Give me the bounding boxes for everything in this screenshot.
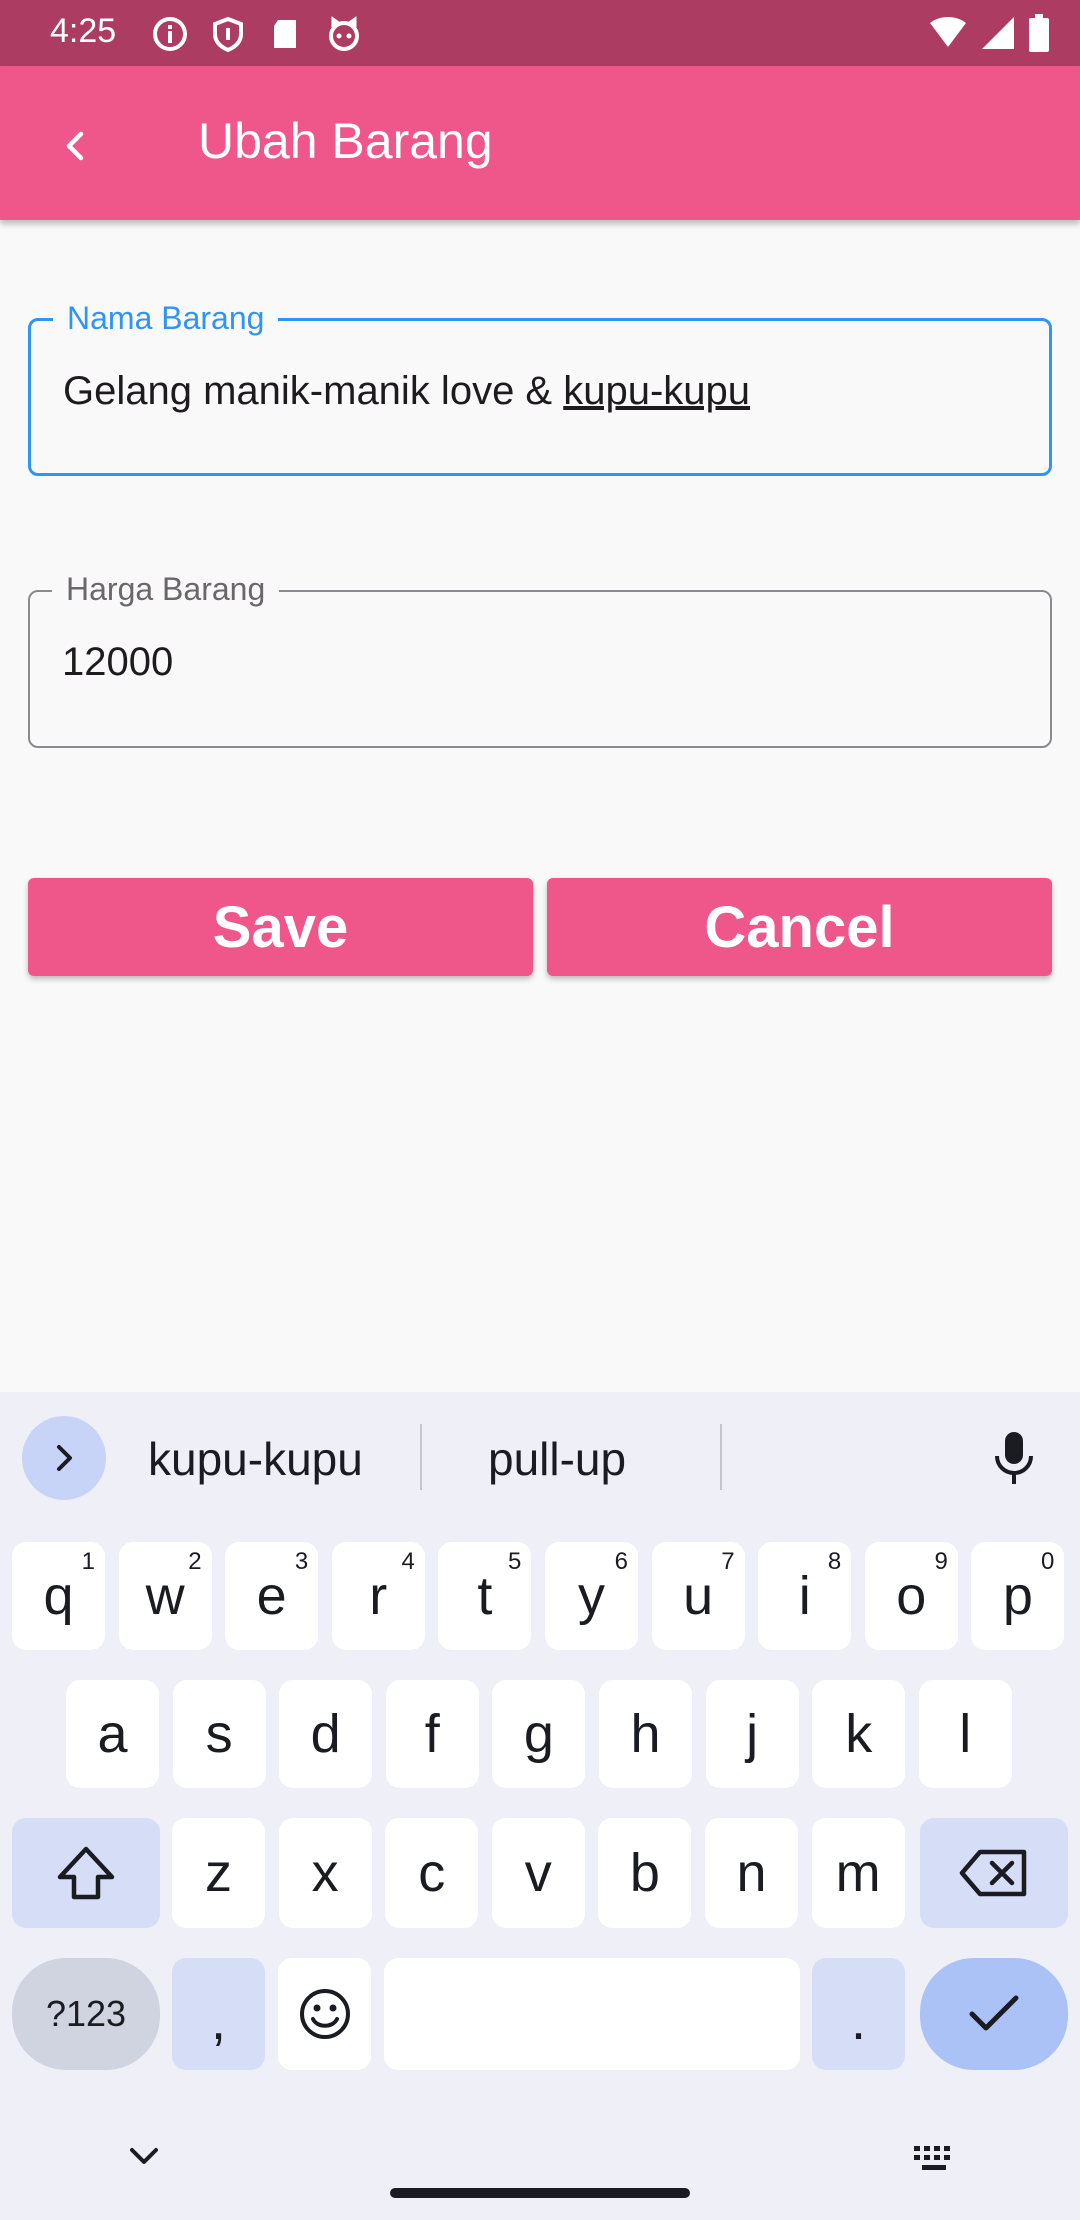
comma-key[interactable]: , bbox=[172, 1958, 265, 2070]
key-n[interactable]: n bbox=[705, 1818, 798, 1928]
chevron-right-icon bbox=[57, 1445, 72, 1471]
key-b[interactable]: b bbox=[598, 1818, 692, 1928]
item-name-label: Nama Barang bbox=[53, 299, 279, 337]
app-bar: Ubah Barang bbox=[0, 66, 1080, 220]
composing-word: kupu-kupu bbox=[563, 369, 751, 413]
battery-icon bbox=[1029, 14, 1049, 52]
symbols-key[interactable]: ?123 bbox=[12, 1958, 160, 2070]
item-price-value: 12000 bbox=[62, 640, 174, 684]
item-name-field[interactable]: Nama Barang Gelang manik-manik love & ku… bbox=[28, 299, 1052, 476]
emoji-key[interactable] bbox=[278, 1958, 371, 2070]
mic-icon bbox=[995, 1432, 1033, 1484]
key-hint: 9 bbox=[934, 1548, 948, 1575]
item-price-field[interactable]: Harga Barang 12000 bbox=[28, 570, 1052, 748]
key-u[interactable]: u7 bbox=[651, 1542, 745, 1650]
key-hint: 2 bbox=[188, 1548, 202, 1575]
key-label: t bbox=[477, 1566, 493, 1626]
suggestion-divider bbox=[720, 1424, 722, 1490]
key-s[interactable]: s bbox=[172, 1680, 266, 1788]
checkmark-icon bbox=[969, 1995, 1019, 2031]
key-z[interactable]: z bbox=[172, 1818, 265, 1928]
item-price-label: Harga Barang bbox=[52, 570, 280, 608]
key-f[interactable]: f bbox=[385, 1680, 479, 1788]
key-q[interactable]: q1 bbox=[12, 1542, 105, 1650]
key-i[interactable]: i8 bbox=[758, 1542, 852, 1650]
key-label: r bbox=[369, 1566, 388, 1626]
key-label: o bbox=[896, 1566, 927, 1626]
notification-icons bbox=[150, 14, 364, 54]
done-key[interactable] bbox=[920, 1958, 1068, 2070]
key-label: w bbox=[145, 1566, 185, 1626]
key-w[interactable]: w2 bbox=[118, 1542, 212, 1650]
key-h[interactable]: h bbox=[599, 1680, 692, 1788]
nav-bar bbox=[0, 2112, 1080, 2220]
status-time: 4:25 bbox=[50, 12, 117, 50]
sd-card-icon bbox=[274, 20, 296, 48]
key-hint: 8 bbox=[827, 1548, 842, 1575]
space-key[interactable] bbox=[384, 1958, 800, 2070]
soft-keyboard: kupu-kupu pull-up ?123 , . q1w2e3r4t5y6u… bbox=[0, 1392, 1080, 2220]
key-a[interactable]: a bbox=[66, 1680, 159, 1788]
status-bar: 4:25 bbox=[0, 0, 1080, 66]
shift-icon bbox=[57, 1846, 115, 1900]
home-indicator[interactable] bbox=[390, 2188, 690, 2198]
key-hint: 6 bbox=[614, 1548, 628, 1575]
key-label: i bbox=[798, 1566, 811, 1626]
key-x[interactable]: x bbox=[278, 1818, 372, 1928]
key-hint: 4 bbox=[401, 1548, 415, 1575]
key-k[interactable]: k bbox=[812, 1680, 906, 1788]
key-label: y bbox=[578, 1566, 605, 1626]
key-label: u bbox=[683, 1566, 714, 1626]
key-o[interactable]: o9 bbox=[864, 1542, 958, 1650]
key-l[interactable]: l bbox=[918, 1680, 1012, 1788]
key-label: q bbox=[43, 1566, 74, 1626]
key-label: p bbox=[1002, 1566, 1033, 1626]
suggestion-1[interactable]: kupu-kupu bbox=[148, 1432, 363, 1486]
system-icons bbox=[928, 14, 1050, 52]
key-r[interactable]: r4 bbox=[331, 1542, 425, 1650]
backspace-icon bbox=[959, 1849, 1027, 1897]
key-p[interactable]: p0 bbox=[971, 1542, 1065, 1650]
key-y[interactable]: y6 bbox=[545, 1542, 638, 1650]
keyboard-icon bbox=[914, 2146, 950, 2170]
save-button[interactable]: Save bbox=[28, 878, 533, 976]
key-hint: 3 bbox=[294, 1548, 309, 1575]
item-name-text: Gelang manik-manik love & bbox=[63, 369, 564, 413]
key-d[interactable]: d bbox=[279, 1680, 373, 1788]
key-e[interactable]: e3 bbox=[225, 1542, 319, 1650]
cancel-button[interactable]: Cancel bbox=[547, 878, 1052, 976]
keyboard-switch-button[interactable] bbox=[912, 2142, 958, 2181]
back-chevron-icon bbox=[66, 131, 84, 161]
key-hint: 1 bbox=[81, 1548, 95, 1575]
back-button[interactable] bbox=[36, 106, 116, 186]
key-j[interactable]: j bbox=[705, 1680, 799, 1788]
hide-keyboard-button[interactable] bbox=[124, 2142, 164, 2177]
signal-icon bbox=[982, 17, 1014, 49]
chevron-down-icon bbox=[130, 2148, 158, 2164]
suggestion-bar: kupu-kupu pull-up bbox=[0, 1392, 1080, 1522]
item-name-value: Gelang manik-manik love & kupu-kupu bbox=[63, 369, 750, 414]
backspace-key[interactable] bbox=[920, 1818, 1068, 1928]
page-title: Ubah Barang bbox=[198, 113, 493, 169]
key-hint: 0 bbox=[1041, 1548, 1055, 1575]
key-label: e bbox=[256, 1566, 287, 1626]
shield-icon bbox=[213, 16, 243, 53]
key-t[interactable]: t5 bbox=[438, 1542, 532, 1650]
emoji-icon bbox=[299, 1989, 350, 2039]
expand-suggestions-button[interactable] bbox=[22, 1416, 106, 1500]
info-icon bbox=[153, 17, 187, 51]
key-hint: 7 bbox=[721, 1548, 735, 1575]
period-key[interactable]: . bbox=[812, 1958, 905, 2070]
suggestion-divider bbox=[420, 1424, 422, 1490]
key-m[interactable]: m bbox=[811, 1818, 905, 1928]
wifi-icon bbox=[930, 17, 966, 47]
key-g[interactable]: g bbox=[492, 1680, 586, 1788]
key-v[interactable]: v bbox=[491, 1818, 585, 1928]
suggestion-2[interactable]: pull-up bbox=[488, 1432, 626, 1486]
key-hint: 5 bbox=[508, 1548, 522, 1575]
cat-face-icon bbox=[329, 16, 359, 51]
key-c[interactable]: c bbox=[385, 1818, 479, 1928]
shift-key[interactable] bbox=[12, 1818, 160, 1928]
voice-input-button[interactable] bbox=[988, 1428, 1040, 1493]
